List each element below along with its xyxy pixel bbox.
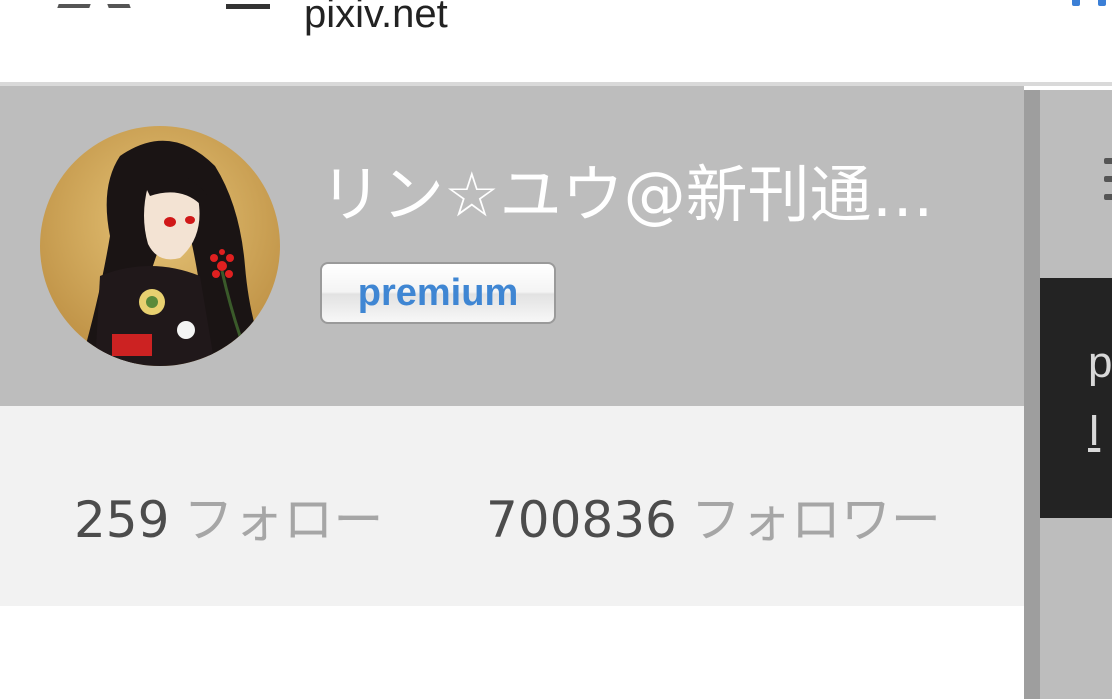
url-text[interactable]: pixiv.net — [304, 0, 448, 37]
following-label: フォロー — [183, 491, 384, 549]
username[interactable]: リン☆ユウ@新刊通… — [320, 144, 934, 234]
avatar[interactable] — [40, 126, 280, 366]
toolbar-glyph — [57, 0, 99, 8]
browser-address-bar: pixiv.net — [0, 0, 1112, 86]
profile-header: リン☆ユウ@新刊通… premium — [0, 86, 1024, 406]
toolbar-glyph — [226, 0, 270, 9]
following-count: 259 — [74, 491, 170, 549]
following-link[interactable]: 259 フォロー — [74, 480, 383, 552]
popup-link[interactable]: I — [1088, 406, 1100, 456]
side-popup: p I — [1040, 278, 1112, 518]
followers-label: フォロワー — [690, 491, 941, 549]
avatar-image — [40, 126, 280, 366]
tab-indicator-icon[interactable] — [1072, 0, 1080, 6]
followers-count: 700836 — [486, 491, 677, 549]
premium-badge: premium — [320, 262, 556, 324]
menu-icon[interactable] — [1104, 158, 1112, 204]
tab-indicator-icon[interactable] — [1098, 0, 1106, 6]
toolbar-glyph — [99, 0, 131, 8]
profile-stats: 259 フォロー 700836 フォロワー — [0, 406, 1024, 606]
followers-link[interactable]: 700836 フォロワー — [486, 480, 941, 552]
popup-text: p — [1088, 338, 1112, 387]
scrollbar[interactable] — [1024, 90, 1040, 699]
